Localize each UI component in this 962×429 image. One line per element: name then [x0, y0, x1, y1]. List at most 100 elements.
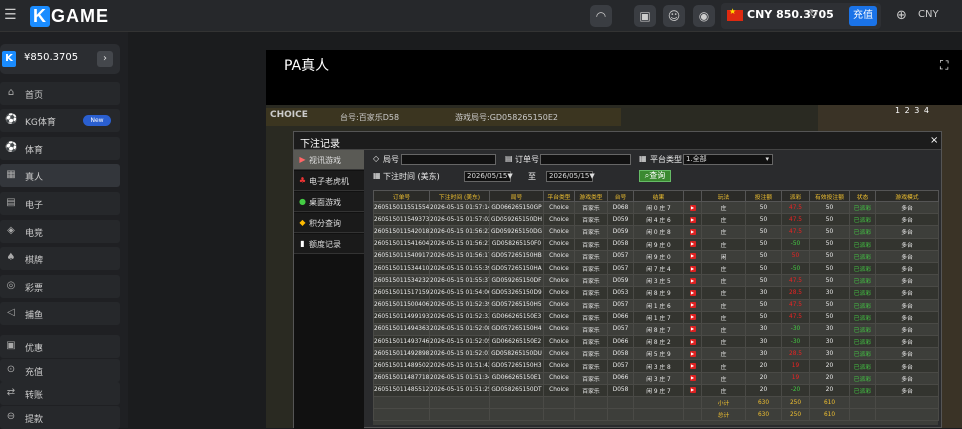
table-cell: D066	[607, 371, 634, 385]
menu-item-table-game[interactable]: ● 桌面游戏	[294, 192, 364, 212]
table-cell: 28.5	[781, 286, 810, 300]
play-icon[interactable]: ▶	[689, 326, 696, 333]
play-icon[interactable]: ▶	[689, 375, 696, 382]
sidebar-item-slot[interactable]: ▤ 电子	[0, 192, 120, 215]
menu-icon[interactable]: ☰	[4, 8, 18, 22]
play-icon[interactable]: ▶	[689, 265, 696, 272]
table-cell: 260515011487718	[373, 371, 430, 385]
globe-icon[interactable]: ⊕	[896, 8, 907, 23]
sidebar-item-sports[interactable]: ⚽ 体育	[0, 137, 120, 160]
table-cell: 已派彩	[849, 298, 876, 312]
card-icon: ♠	[6, 252, 16, 263]
date-from-input[interactable]: 2026/05/15▼	[464, 171, 513, 182]
table-row: 260515011534232 2026-05-15 01:55:37 GD0592…	[373, 274, 939, 288]
table-cell: 已派彩	[849, 359, 876, 373]
column-header: 有效投注额	[809, 190, 850, 202]
table-cell: 260515011499193	[373, 310, 430, 324]
table-cell: -30	[781, 322, 810, 337]
date-to-input[interactable]: 2026/05/15▼	[546, 171, 595, 182]
play-video-cell: ▶	[683, 249, 702, 263]
sidebar-item-deposit[interactable]: ⊙ 充值	[0, 359, 120, 382]
table-cell: 50	[809, 225, 850, 239]
play-icon[interactable]: ▶	[689, 387, 696, 394]
chevron-right-icon[interactable]: ›	[97, 51, 113, 67]
menu-item-points[interactable]: ◆ 积分查询	[294, 213, 364, 233]
table-cell: 2026-05-15 01:57:14	[429, 200, 490, 215]
play-icon[interactable]: ▶	[689, 204, 696, 211]
currency-selector[interactable]: CNY	[918, 9, 939, 20]
time-label: 下注时间 (美东)	[383, 172, 440, 181]
table-row: 260515011551554 2026-05-15 01:57:14 GD0662…	[373, 200, 939, 215]
play-icon[interactable]: ▶	[689, 363, 696, 370]
play-icon[interactable]: ▶	[689, 302, 696, 309]
table-cell: 闲 9 庄 0	[633, 237, 684, 251]
platform-icon: ▦	[639, 154, 647, 163]
table-cell	[429, 395, 490, 410]
sidebar-item-fish[interactable]: ◁ 捕鱼	[0, 302, 120, 325]
play-video-cell: ▶	[683, 237, 702, 251]
sidebar-item-live[interactable]: ▦ 真人	[0, 164, 120, 187]
mail-icon[interactable]: ▣	[634, 5, 656, 27]
play-icon[interactable]: ▶	[689, 216, 696, 223]
wallet-display: CNY 850.3705 ↻ 充值	[721, 3, 881, 29]
wallet-amount: CNY 850.3705	[747, 8, 834, 21]
table-cell: 庄	[701, 261, 746, 276]
sidebar-item-kg-sports[interactable]: ⚽ KG体育 New	[0, 109, 120, 132]
sidebar-item-transfer[interactable]: ⇄ 转账	[0, 382, 120, 405]
sidebar-item-promo[interactable]: ▣ 优惠	[0, 335, 120, 358]
play-icon[interactable]: ▶	[689, 277, 696, 284]
table-cell: 250	[781, 395, 810, 410]
platform-select[interactable]: 1.全部 ▾	[683, 154, 773, 165]
sidebar-item-home[interactable]: ⌂ 首页	[0, 82, 120, 105]
table-cell: GD057265150H5	[489, 298, 544, 312]
menu-item-video[interactable]: ▶ 视讯游戏	[294, 150, 364, 170]
table-cell: 百家乐	[574, 225, 608, 239]
sidebar-item-esports[interactable]: ◈ 电竞	[0, 220, 120, 243]
menu-item-slot[interactable]: ♣ 电子老虎机	[294, 171, 364, 191]
table-cell: 50	[745, 200, 782, 215]
recharge-button[interactable]: 充值	[849, 6, 877, 26]
round-input[interactable]	[401, 154, 496, 165]
sidebar-item-withdraw[interactable]: ⊖ 提款	[0, 406, 120, 429]
play-video-cell: ▶	[683, 335, 702, 349]
play-icon[interactable]: ▶	[689, 338, 696, 345]
table-cell: 已派彩	[849, 383, 876, 398]
table-row: 260515011492898 2026-05-15 01:52:01 GD0582…	[373, 347, 939, 361]
calendar-icon: ▦	[373, 171, 381, 180]
table-cell: 闲 4 庄 6	[633, 213, 684, 227]
order-input[interactable]	[540, 154, 631, 165]
play-icon[interactable]: ▶	[689, 241, 696, 248]
table-cell: 多台	[875, 371, 939, 385]
table-cell: Choice	[543, 274, 575, 288]
refresh-icon[interactable]: ↻	[809, 7, 818, 20]
total-row: 总计 630 250 610	[373, 408, 939, 422]
menu-item-record[interactable]: ▮ 额度记录	[294, 234, 364, 254]
sidebar-item-lottery[interactable]: ◎ 彩票	[0, 275, 120, 298]
table-cell: 多台	[875, 274, 939, 288]
sidebar-item-card[interactable]: ♠ 棋牌	[0, 247, 120, 270]
table-cell: D057	[607, 359, 634, 373]
fullscreen-icon[interactable]: ⛶	[940, 58, 948, 73]
search-form: ◇ 局号 ▤ 订单号 ▦ 平台类型 1.全部 ▾ ▦ 下注时间 (美东) 2026…	[373, 154, 938, 188]
support-icon[interactable]: ◉	[693, 5, 715, 27]
logo[interactable]: K GAME	[30, 6, 109, 27]
speed-icon[interactable]: ◠	[590, 5, 612, 27]
close-icon[interactable]: ×	[930, 135, 938, 146]
play-icon[interactable]: ▶	[689, 350, 696, 357]
play-icon[interactable]: ▶	[689, 228, 696, 235]
column-header: 玩法	[701, 190, 746, 202]
query-button[interactable]: ⌕查询	[639, 170, 671, 182]
table-cell: Choice	[543, 347, 575, 361]
play-icon[interactable]: ▶	[689, 253, 696, 260]
table-row: 260515011534410 2026-05-15 01:55:39 GD0572…	[373, 261, 939, 276]
play-icon[interactable]: ▶	[689, 289, 696, 296]
table-cell: 28.5	[781, 347, 810, 361]
table-cell: 2026-05-15 01:56:17	[429, 249, 490, 263]
smile-icon[interactable]: ☺	[663, 5, 685, 27]
points-icon: ◆	[299, 218, 306, 227]
play-icon[interactable]: ▶	[689, 314, 696, 321]
table-cell: 260515011551554	[373, 200, 430, 215]
play-video-cell: ▶	[683, 261, 702, 276]
to-label: 至	[528, 172, 536, 181]
column-header: 局号	[489, 190, 544, 202]
